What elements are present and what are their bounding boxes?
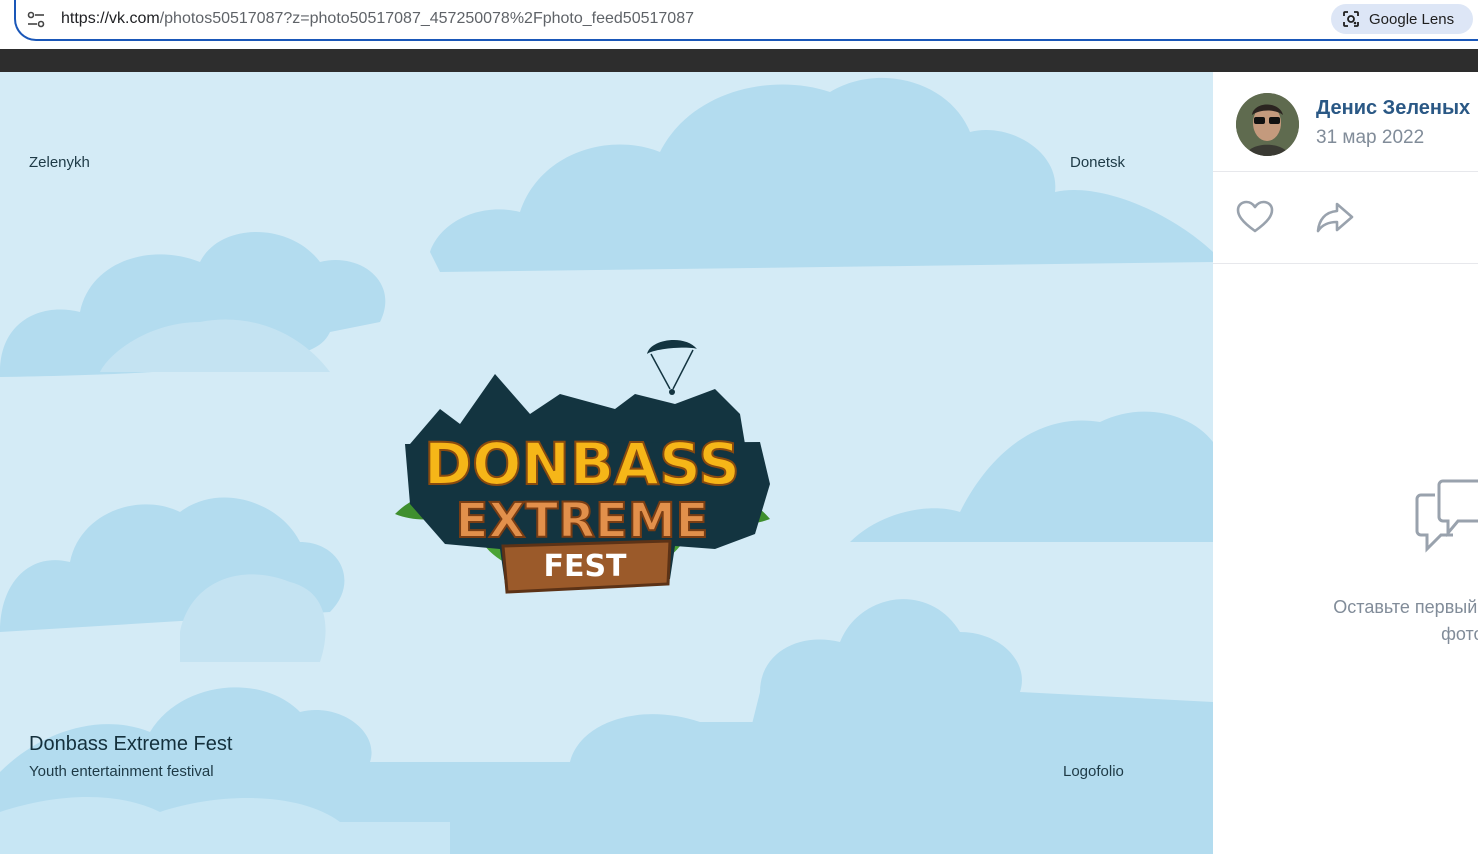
share-arrow-icon[interactable]	[1315, 200, 1355, 235]
like-heart-icon[interactable]	[1236, 200, 1274, 235]
google-lens-icon	[1343, 11, 1359, 27]
vk-viewer-top-strip	[0, 49, 1478, 72]
avatar-image	[1236, 93, 1299, 156]
empty-comments-text: Оставьте первый ком фотограф	[1273, 594, 1478, 648]
url-path: /photos50517087?z=photo50517087_45725007…	[159, 10, 694, 27]
photo-viewer-image[interactable]: Zelenykh Donetsk DONBASS EXTREME FEST Do…	[0, 72, 1213, 854]
empty-comments-line1: Оставьте первый ком	[1333, 597, 1478, 617]
browser-toolbar: https://vk.com/photos50517087?z=photo505…	[0, 0, 1478, 49]
photo-label-logofolio: Logofolio	[1063, 763, 1124, 780]
url-host: https://vk.com	[61, 10, 160, 27]
logo-line-donbass: DONBASS	[424, 430, 740, 498]
url-text[interactable]: https://vk.com/photos50517087?z=photo505…	[61, 10, 694, 28]
divider	[1213, 171, 1478, 172]
photo-side-panel: Денис Зеленых 31 мар 2022 Оставьте первы…	[1213, 72, 1478, 854]
logo-line-fest: FEST	[543, 549, 627, 584]
photo-label-donetsk: Donetsk	[1070, 154, 1126, 171]
comments-empty-icon	[1415, 479, 1478, 553]
project-title: Donbass Extreme Fest	[29, 733, 233, 755]
author-name-link[interactable]: Денис Зеленых	[1316, 97, 1470, 120]
google-lens-button[interactable]: Google Lens	[1331, 4, 1473, 34]
post-date[interactable]: 31 мар 2022	[1316, 127, 1424, 149]
avatar[interactable]	[1236, 93, 1299, 156]
google-lens-label: Google Lens	[1369, 10, 1455, 28]
donbass-extreme-fest-logo: DONBASS EXTREME FEST	[395, 339, 770, 594]
divider	[1213, 263, 1478, 264]
photo-label-zelenykh: Zelenykh	[29, 154, 90, 171]
project-subtitle: Youth entertainment festival	[29, 763, 214, 780]
site-settings-icon[interactable]	[26, 10, 46, 30]
empty-comments-line2: фотограф	[1441, 624, 1478, 644]
